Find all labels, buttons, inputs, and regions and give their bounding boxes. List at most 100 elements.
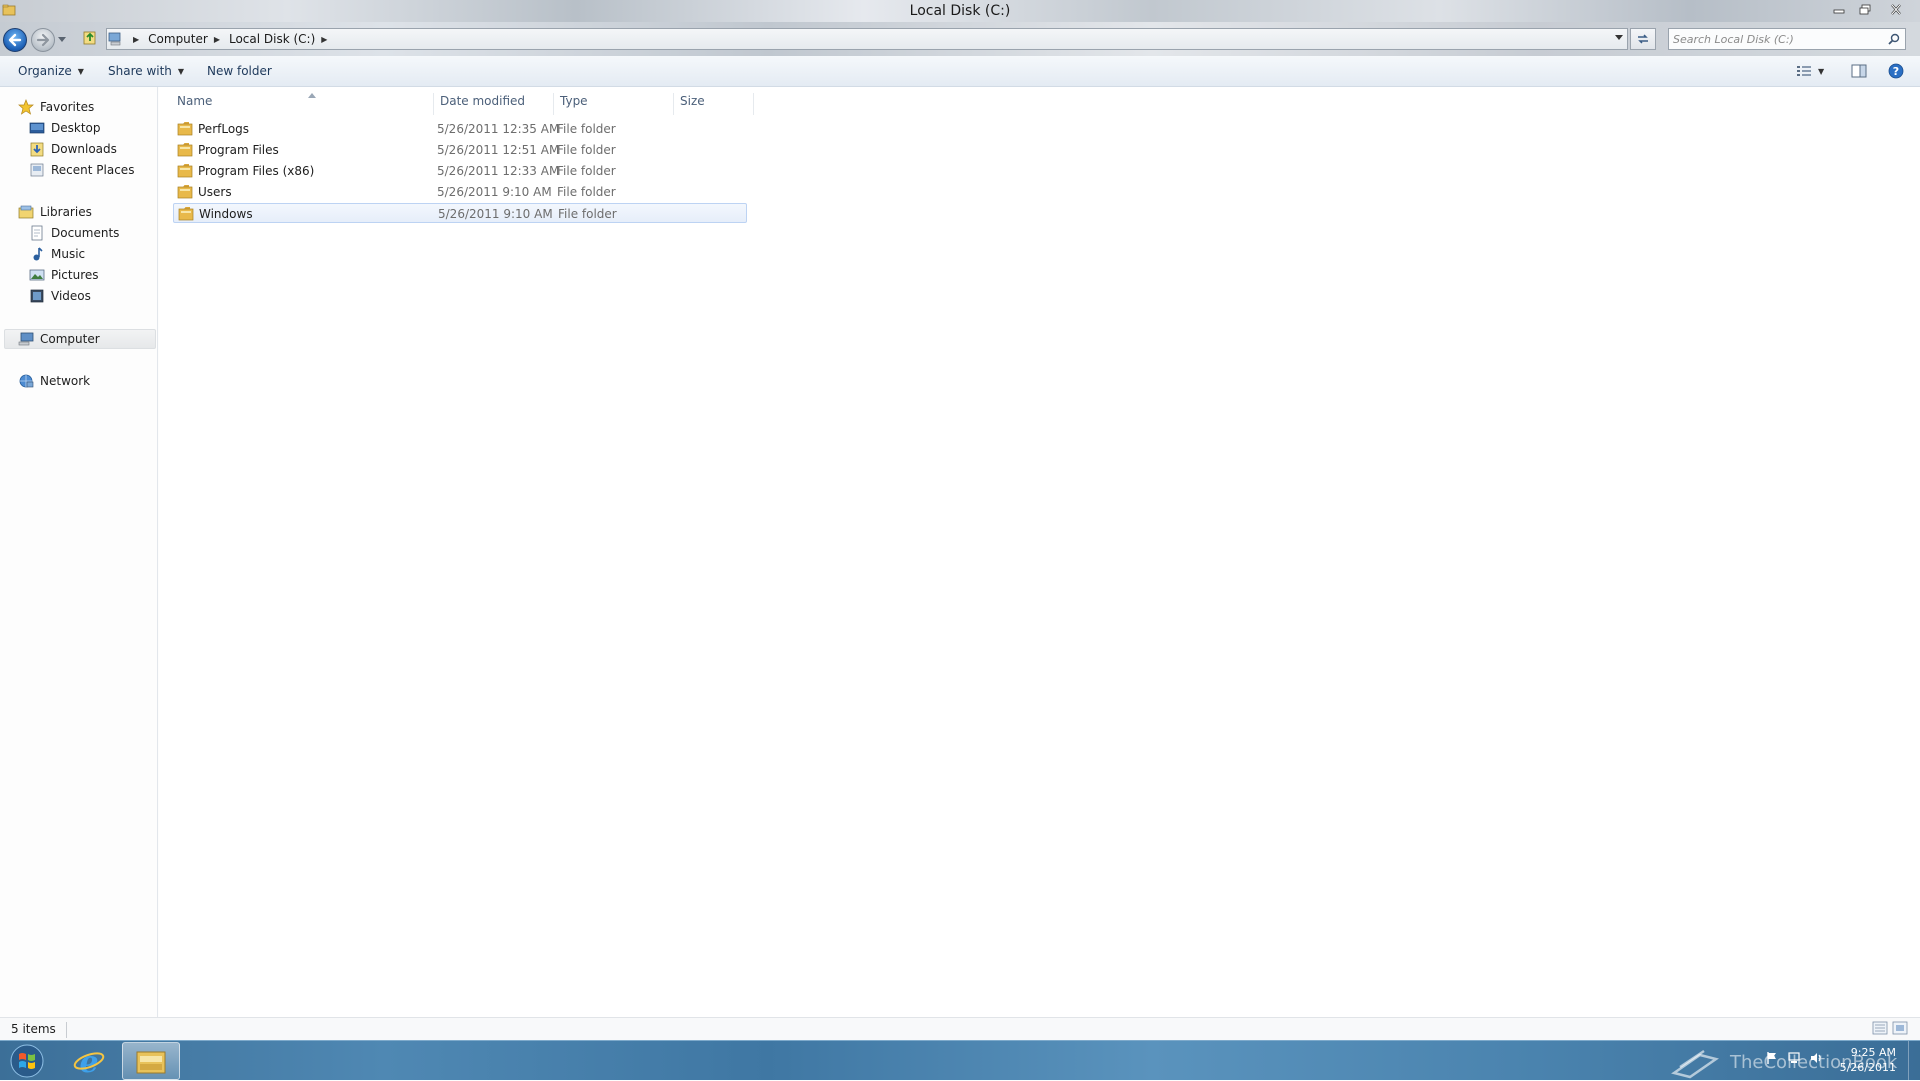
nav-recent-places-label: Recent Places xyxy=(51,163,135,177)
search-box[interactable] xyxy=(1668,28,1906,50)
file-row-program-files[interactable]: Program Files 5/26/2011 12:51 AM File fo… xyxy=(173,140,747,160)
libraries-icon xyxy=(18,205,34,219)
restore-icon xyxy=(1859,4,1871,14)
organize-label: Organize xyxy=(18,64,72,78)
nav-libraries[interactable]: Libraries xyxy=(18,202,92,222)
taskbar-windows-explorer[interactable] xyxy=(122,1042,180,1080)
file-name: Program Files xyxy=(198,143,279,157)
column-name-label: Name xyxy=(177,94,213,108)
clock[interactable]: 9:25 AM 5/26/2011 xyxy=(1840,1045,1896,1075)
share-with-button[interactable]: Share with ▼ xyxy=(108,64,184,78)
volume-icon[interactable] xyxy=(1809,1051,1823,1065)
help-button[interactable]: ? xyxy=(1888,62,1904,80)
internet-explorer-icon: e xyxy=(73,1045,105,1077)
nav-downloads[interactable]: Downloads xyxy=(29,139,117,159)
file-type: File folder xyxy=(557,164,616,178)
file-date: 5/26/2011 9:10 AM xyxy=(438,207,553,221)
star-icon xyxy=(18,99,34,115)
nav-pictures[interactable]: Pictures xyxy=(29,265,99,285)
nav-favorites[interactable]: Favorites xyxy=(18,97,94,117)
back-button[interactable] xyxy=(3,28,27,52)
folder-icon xyxy=(177,185,193,199)
breadcrumb-local-disk[interactable]: Local Disk (C:) xyxy=(229,32,315,46)
back-arrow-icon xyxy=(8,33,22,47)
file-row-windows[interactable]: Windows 5/26/2011 9:10 AM File folder xyxy=(173,203,747,223)
svg-text:e: e xyxy=(79,1045,98,1077)
column-header-size[interactable]: Size xyxy=(674,93,754,115)
music-icon xyxy=(33,247,43,261)
column-header-date[interactable]: Date modified xyxy=(434,93,554,115)
action-center-flag-icon[interactable] xyxy=(1765,1051,1779,1065)
computer-icon xyxy=(18,332,34,346)
nav-favorites-label: Favorites xyxy=(40,100,95,114)
file-date: 5/26/2011 9:10 AM xyxy=(437,185,552,199)
chevron-down-icon: ▼ xyxy=(1818,66,1825,76)
command-bar: Organize ▼ Share with ▼ New folder ▼ ? xyxy=(0,56,1920,87)
window-title: Local Disk (C:) xyxy=(909,3,1011,19)
videos-icon xyxy=(30,289,44,303)
column-header-type[interactable]: Type xyxy=(554,93,674,115)
recent-pages-dropdown-icon[interactable] xyxy=(58,37,66,43)
nav-documents[interactable]: Documents xyxy=(29,223,119,243)
nav-music[interactable]: Music xyxy=(29,244,85,264)
nav-recent-places[interactable]: Recent Places xyxy=(29,160,134,180)
column-type-label: Type xyxy=(560,94,588,108)
up-folder-icon[interactable] xyxy=(82,29,98,45)
breadcrumb-separator-icon[interactable]: ▶ xyxy=(214,35,220,44)
close-button[interactable] xyxy=(1878,0,1914,18)
system-tray xyxy=(1765,1051,1823,1065)
column-header-name[interactable]: Name xyxy=(171,93,434,115)
recent-places-icon xyxy=(30,163,44,177)
preview-pane-button[interactable] xyxy=(1851,62,1867,80)
nav-videos-label: Videos xyxy=(51,289,91,303)
show-desktop-button[interactable] xyxy=(1908,1041,1920,1081)
new-folder-button[interactable]: New folder xyxy=(207,64,272,78)
search-input[interactable] xyxy=(1673,31,1873,47)
nav-network-label: Network xyxy=(40,374,91,388)
nav-videos[interactable]: Videos xyxy=(29,286,91,306)
details-view-icon[interactable] xyxy=(1872,1021,1888,1035)
nav-libraries-label: Libraries xyxy=(40,205,92,219)
help-icon: ? xyxy=(1888,63,1904,79)
maximize-button[interactable] xyxy=(1852,0,1878,18)
refresh-button[interactable] xyxy=(1630,28,1656,50)
breadcrumb-computer[interactable]: Computer xyxy=(148,32,208,46)
nav-pictures-label: Pictures xyxy=(51,268,99,282)
folder-icon xyxy=(178,207,194,221)
folder-icon xyxy=(177,164,193,178)
file-type: File folder xyxy=(557,122,616,136)
clock-date: 5/26/2011 xyxy=(1839,1061,1896,1074)
breadcrumb-separator-icon[interactable]: ▶ xyxy=(321,35,327,44)
clock-time: 9:25 AM xyxy=(1850,1046,1896,1059)
search-icon[interactable] xyxy=(1888,33,1900,45)
breadcrumb-separator-icon[interactable]: ▶ xyxy=(133,35,139,44)
file-row-perflogs[interactable]: PerfLogs 5/26/2011 12:35 AM File folder xyxy=(173,119,747,139)
address-dropdown-icon[interactable] xyxy=(1615,35,1623,41)
nav-downloads-label: Downloads xyxy=(51,142,117,156)
nav-computer[interactable]: Computer xyxy=(4,329,156,349)
network-status-icon[interactable] xyxy=(1787,1051,1801,1065)
share-with-label: Share with xyxy=(108,64,172,78)
column-date-label: Date modified xyxy=(440,94,526,108)
nav-network[interactable]: Network xyxy=(18,371,90,391)
file-name: PerfLogs xyxy=(198,122,250,136)
start-button[interactable] xyxy=(6,1042,48,1080)
forward-button[interactable] xyxy=(31,28,55,52)
taskbar-internet-explorer[interactable]: e xyxy=(60,1042,118,1080)
nav-desktop-label: Desktop xyxy=(51,121,101,135)
minimize-button[interactable] xyxy=(1826,0,1852,18)
organize-button[interactable]: Organize ▼ xyxy=(18,64,84,78)
file-row-users[interactable]: Users 5/26/2011 9:10 AM File folder xyxy=(173,182,747,202)
title-bar[interactable]: Local Disk (C:) xyxy=(0,0,1920,22)
folder-icon xyxy=(177,143,193,157)
documents-icon xyxy=(31,225,43,241)
change-view-button[interactable]: ▼ xyxy=(1796,62,1824,80)
preview-pane-icon xyxy=(1851,64,1867,78)
large-icons-view-icon[interactable] xyxy=(1892,1021,1908,1035)
address-row: ▶ Computer ▶ Local Disk (C:) ▶ xyxy=(0,22,1920,56)
address-bar[interactable]: ▶ Computer ▶ Local Disk (C:) ▶ xyxy=(106,28,1628,50)
nav-desktop[interactable]: Desktop xyxy=(29,118,101,138)
file-row-program-files-x86[interactable]: Program Files (x86) 5/26/2011 12:33 AM F… xyxy=(173,161,747,181)
downloads-icon xyxy=(30,142,44,157)
file-date: 5/26/2011 12:51 AM xyxy=(437,143,560,157)
